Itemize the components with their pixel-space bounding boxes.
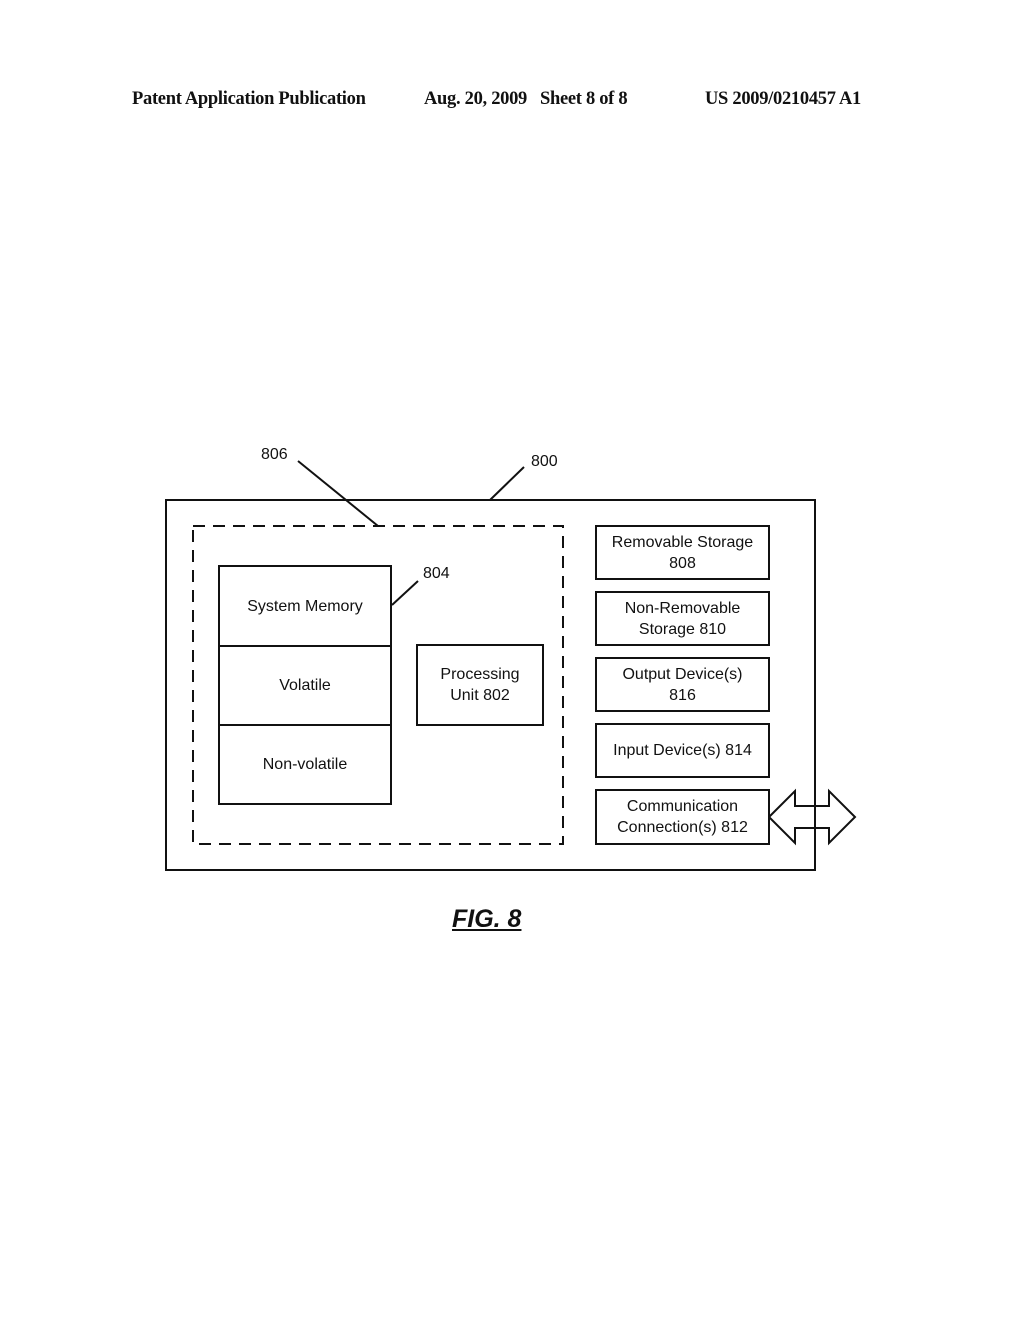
processing-unit-box: Processing Unit 802 (416, 644, 544, 726)
communication-arrow-icon (767, 788, 857, 846)
leader-line-806 (297, 460, 379, 527)
system-memory-label: System Memory (247, 597, 363, 615)
processing-unit-label: Processing Unit 802 (440, 666, 520, 704)
ref-label-806: 806 (261, 446, 288, 463)
leader-line-800 (489, 466, 525, 501)
output-devices-label: Output Device(s) 816 (622, 665, 743, 704)
leader-line-804 (391, 580, 419, 606)
system-memory-box: System Memory (218, 565, 392, 647)
ref-label-800: 800 (531, 453, 558, 470)
non-removable-storage-label: Non-Removable Storage 810 (624, 599, 741, 638)
removable-storage-box: Removable Storage 808 (595, 525, 770, 580)
communication-connections-box: Communication Connection(s) 812 (595, 789, 770, 845)
non-removable-storage-box: Non-Removable Storage 810 (595, 591, 770, 646)
volatile-label: Volatile (279, 677, 331, 694)
ref-label-804: 804 (423, 565, 450, 582)
removable-storage-label: Removable Storage 808 (611, 533, 754, 572)
volatile-memory-box: Volatile (218, 645, 392, 726)
input-devices-box: Input Device(s) 814 (595, 723, 770, 778)
input-devices-label: Input Device(s) 814 (613, 742, 752, 759)
communication-connections-label: Communication Connection(s) 812 (617, 798, 748, 836)
output-devices-box: Output Device(s) 816 (595, 657, 770, 712)
non-volatile-label: Non-volatile (262, 756, 348, 773)
non-volatile-memory-box: Non-volatile (218, 724, 392, 805)
figure-caption: FIG. 8 (452, 905, 522, 933)
